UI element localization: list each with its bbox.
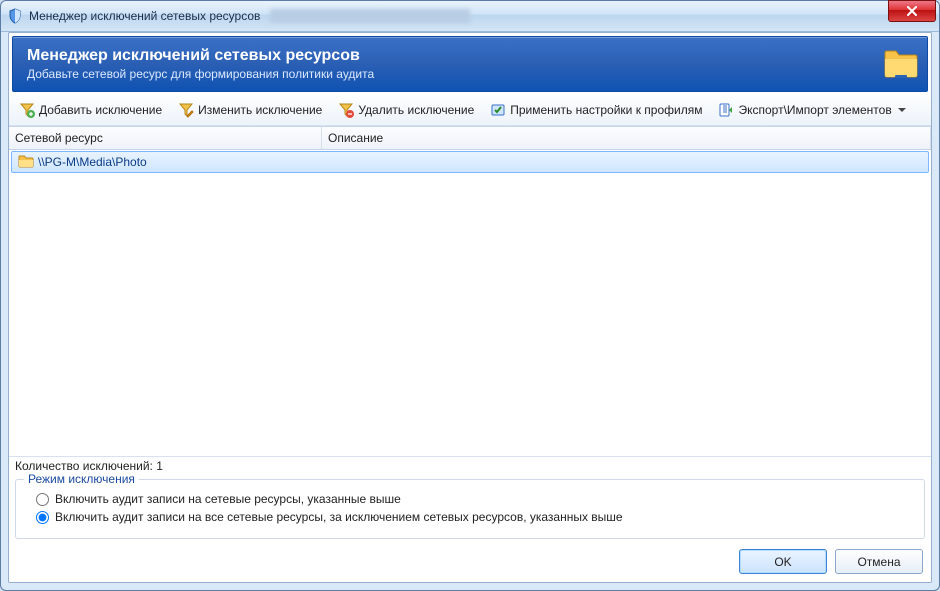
window-title: Менеджер исключений сетевых ресурсов (29, 9, 260, 23)
close-icon (907, 6, 917, 16)
apply-profiles-label: Применить настройки к профилям (510, 103, 702, 117)
cancel-button[interactable]: Отмена (835, 549, 923, 574)
window-frame: Менеджер исключений сетевых ресурсов Мен… (0, 0, 940, 591)
radio-exclude-label: Включить аудит записи на все сетевые рес… (55, 510, 623, 524)
apply-icon (490, 102, 506, 118)
banner-subtitle: Добавьте сетевой ресурс для формирования… (27, 67, 913, 81)
client-area: Менеджер исключений сетевых ресурсов Доб… (8, 32, 932, 583)
funnel-add-icon (19, 102, 35, 118)
add-exclusion-button[interactable]: Добавить исключение (15, 100, 166, 120)
radio-exclude[interactable] (36, 511, 49, 524)
radio-include-row[interactable]: Включить аудит записи на сетевые ресурсы… (36, 492, 914, 506)
header-banner: Менеджер исключений сетевых ресурсов Доб… (12, 36, 928, 92)
grid: Сетевой ресурс Описание \\PG-M\Media\Pho… (9, 126, 931, 456)
delete-exclusion-button[interactable]: Удалить исключение (334, 100, 478, 120)
count-bar: Количество исключений: 1 (9, 456, 931, 475)
column-resource[interactable]: Сетевой ресурс (9, 127, 322, 149)
radio-exclude-row[interactable]: Включить аудит записи на все сетевые рес… (36, 510, 914, 524)
cell-resource-text: \\PG-M\Media\Photo (38, 155, 147, 169)
edit-exclusion-button[interactable]: Изменить исключение (174, 100, 326, 120)
export-import-button[interactable]: Экспорт\Импорт элементов (714, 100, 909, 120)
table-row[interactable]: \\PG-M\Media\Photo (11, 151, 929, 173)
delete-exclusion-label: Удалить исключение (358, 103, 474, 117)
radio-include-label: Включить аудит записи на сетевые ресурсы… (55, 492, 401, 506)
export-import-label: Экспорт\Импорт элементов (738, 103, 891, 117)
mode-groupbox: Режим исключения Включить аудит записи н… (15, 479, 925, 539)
cell-resource: \\PG-M\Media\Photo (12, 153, 320, 172)
radio-include[interactable] (36, 493, 49, 506)
count-label: Количество исключений: (15, 459, 153, 473)
dialog-buttons: OK Отмена (9, 543, 931, 582)
export-import-icon (718, 102, 734, 118)
app-shield-icon (7, 8, 23, 24)
titlebar[interactable]: Менеджер исключений сетевых ресурсов (1, 1, 939, 32)
banner-folder-icon (883, 45, 919, 81)
grid-header[interactable]: Сетевой ресурс Описание (9, 127, 931, 150)
ok-button[interactable]: OK (739, 549, 827, 574)
mode-legend: Режим исключения (24, 472, 139, 486)
blurred-secondary (270, 9, 470, 23)
dropdown-caret-icon (898, 108, 906, 112)
toolbar: Добавить исключение Изменить исключение … (9, 95, 931, 126)
close-button[interactable] (888, 0, 936, 22)
folder-mini-icon (18, 153, 34, 172)
funnel-delete-icon (338, 102, 354, 118)
count-value: 1 (156, 459, 163, 473)
add-exclusion-label: Добавить исключение (39, 103, 162, 117)
banner-title: Менеджер исключений сетевых ресурсов (27, 47, 913, 65)
column-description[interactable]: Описание (322, 127, 931, 149)
funnel-edit-icon (178, 102, 194, 118)
grid-body[interactable]: \\PG-M\Media\Photo (9, 150, 931, 456)
edit-exclusion-label: Изменить исключение (198, 103, 322, 117)
apply-profiles-button[interactable]: Применить настройки к профилям (486, 100, 706, 120)
